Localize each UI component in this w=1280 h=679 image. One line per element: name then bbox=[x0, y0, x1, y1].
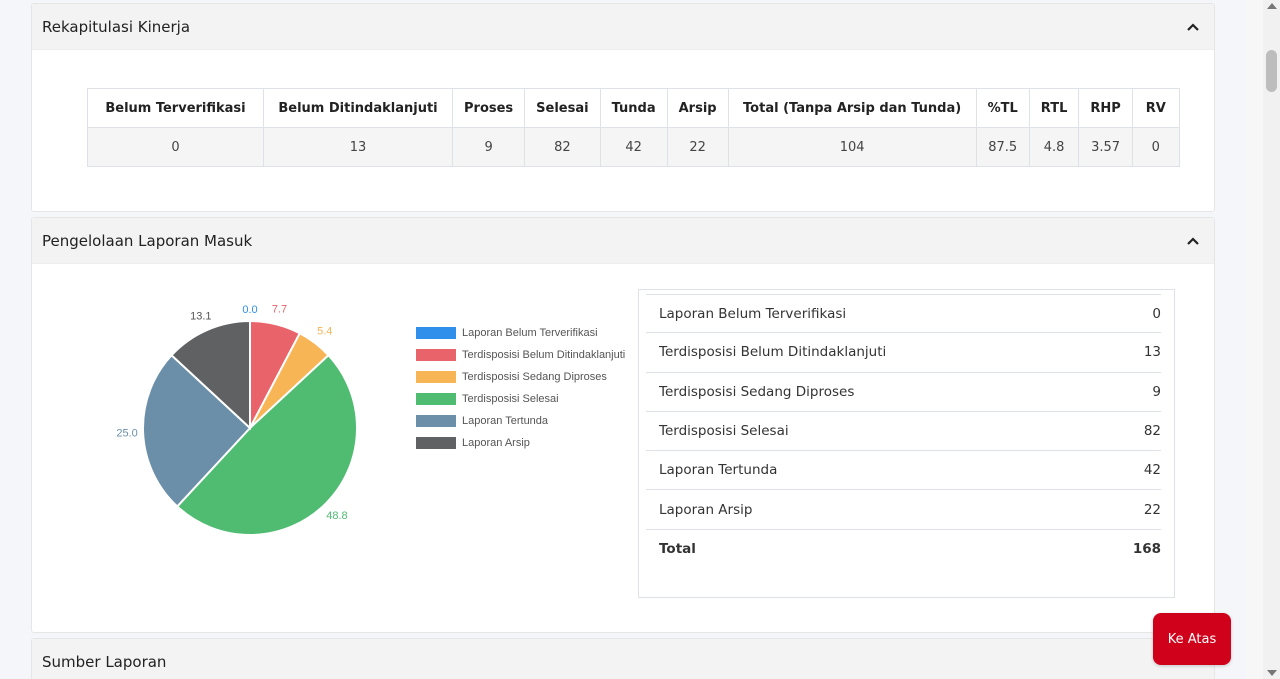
legend-swatch bbox=[416, 327, 456, 339]
legend-label: Laporan Belum Terverifikasi bbox=[462, 327, 598, 339]
cell-belum-terverifikasi: 0 bbox=[87, 127, 264, 167]
list-item: Terdisposisi Selesai 82 bbox=[646, 412, 1161, 452]
pie-data-label: 48.8 bbox=[326, 510, 347, 522]
legend-swatch bbox=[416, 437, 456, 449]
cell-selesai: 82 bbox=[524, 127, 601, 167]
list-item: Terdisposisi Belum Ditindaklanjuti 13 bbox=[646, 333, 1161, 373]
pengelolaan-header[interactable]: Pengelolaan Laporan Masuk bbox=[32, 218, 1214, 264]
rekap-title: Rekapitulasi Kinerja bbox=[42, 17, 191, 36]
col-tunda: Tunda bbox=[599, 88, 668, 128]
cell-tl: 87.5 bbox=[975, 127, 1030, 167]
summary-value: 82 bbox=[1143, 423, 1161, 440]
legend-label: Terdisposisi Selesai bbox=[462, 393, 559, 405]
summary-label: Terdisposisi Selesai bbox=[659, 423, 789, 440]
cell-rv: 0 bbox=[1131, 127, 1180, 167]
legend-item[interactable]: Laporan Belum Terverifikasi bbox=[416, 322, 625, 344]
col-belum-terverifikasi: Belum Terverifikasi bbox=[87, 88, 264, 128]
cell-rhp: 3.57 bbox=[1078, 127, 1133, 167]
sumber-title: Sumber Laporan bbox=[42, 652, 167, 671]
list-item: Terdisposisi Sedang Diproses 9 bbox=[646, 373, 1161, 412]
summary-table: Laporan Belum Terverifikasi 0 Terdisposi… bbox=[638, 289, 1175, 598]
summary-value: 9 bbox=[1152, 383, 1161, 400]
legend-label: Laporan Tertunda bbox=[462, 415, 549, 427]
chevron-up-icon[interactable] bbox=[1182, 230, 1204, 252]
pie-chart: 0.0 7.7 5.4 48.8 25.0 13.1 bbox=[116, 304, 358, 536]
col-rtl: RTL bbox=[1028, 88, 1080, 128]
summary-total-value: 168 bbox=[1132, 541, 1161, 558]
pie-data-label: 25.0 bbox=[116, 428, 137, 440]
legend-label: Laporan Arsip bbox=[462, 437, 530, 449]
cell-rtl: 4.8 bbox=[1028, 127, 1080, 167]
legend-label: Terdisposisi Sedang Diproses bbox=[462, 371, 607, 383]
pie-data-label: 5.4 bbox=[317, 325, 332, 337]
legend-swatch bbox=[416, 349, 456, 361]
list-item: Laporan Arsip 22 bbox=[646, 490, 1161, 530]
col-selesai: Selesai bbox=[524, 88, 601, 128]
cell-arsip: 22 bbox=[666, 127, 729, 167]
legend-item[interactable]: Terdisposisi Selesai bbox=[416, 388, 625, 410]
pie-data-label: 13.1 bbox=[190, 310, 211, 322]
legend-item[interactable]: Laporan Arsip bbox=[416, 432, 625, 454]
col-tl: %TL bbox=[975, 88, 1030, 128]
chevron-up-icon[interactable] bbox=[1182, 16, 1204, 38]
pengelolaan-card: Pengelolaan Laporan Masuk 0.0 7.7 5.4 48.8 2… bbox=[31, 217, 1215, 633]
cell-total: 104 bbox=[727, 127, 977, 167]
legend-label: Terdisposisi Belum Ditindaklanjuti bbox=[462, 349, 626, 361]
summary-value: 42 bbox=[1143, 462, 1161, 479]
rekap-table: Belum Terverifikasi Belum Ditindaklanjut… bbox=[87, 88, 1180, 167]
summary-label: Terdisposisi Sedang Diproses bbox=[659, 383, 855, 400]
scrollbar[interactable] bbox=[1263, 0, 1280, 679]
legend-item[interactable]: Terdisposisi Belum Ditindaklanjuti bbox=[416, 344, 625, 366]
col-belum-ditindaklanjuti: Belum Ditindaklanjuti bbox=[263, 88, 453, 128]
summary-value: 13 bbox=[1143, 344, 1161, 361]
sumber-card: Sumber Laporan bbox=[31, 638, 1215, 679]
legend-swatch bbox=[416, 371, 456, 383]
summary-label: Laporan Arsip bbox=[659, 501, 753, 518]
summary-total-label: Total bbox=[659, 541, 696, 558]
legend-item[interactable]: Laporan Tertunda bbox=[416, 410, 625, 432]
summary-value: 22 bbox=[1143, 501, 1161, 518]
legend-swatch bbox=[416, 393, 456, 405]
summary-label: Terdisposisi Belum Ditindaklanjuti bbox=[659, 344, 887, 361]
pie-data-label: 7.7 bbox=[272, 304, 287, 316]
col-rv: RV bbox=[1131, 88, 1180, 128]
scroll-down-icon[interactable] bbox=[1267, 670, 1277, 676]
list-item: Laporan Belum Terverifikasi 0 bbox=[646, 294, 1161, 334]
cell-proses: 9 bbox=[451, 127, 526, 167]
rekap-header-row: Belum Terverifikasi Belum Ditindaklanjut… bbox=[87, 88, 1180, 128]
list-item: Laporan Tertunda 42 bbox=[646, 451, 1161, 491]
summary-label: Laporan Tertunda bbox=[659, 462, 778, 479]
summary-total-row: Total 168 bbox=[646, 530, 1161, 569]
legend-item[interactable]: Terdisposisi Sedang Diproses bbox=[416, 366, 625, 388]
pie-data-label: 0.0 bbox=[242, 304, 257, 316]
cell-belum-ditindaklanjuti: 13 bbox=[263, 127, 453, 167]
col-total: Total (Tanpa Arsip dan Tunda) bbox=[727, 88, 977, 128]
pengelolaan-title: Pengelolaan Laporan Masuk bbox=[42, 231, 253, 250]
scroll-up-icon[interactable] bbox=[1267, 3, 1277, 9]
table-row: 0 13 9 82 42 22 104 87.5 4.8 3.57 0 bbox=[87, 127, 1180, 167]
pie-chart-area: 0.0 7.7 5.4 48.8 25.0 13.1 Laporan Belum Terv… bbox=[72, 290, 632, 540]
legend-swatch bbox=[416, 415, 456, 427]
summary-label: Laporan Belum Terverifikasi bbox=[659, 305, 847, 322]
scroll-thumb[interactable] bbox=[1266, 50, 1277, 92]
rekap-header[interactable]: Rekapitulasi Kinerja bbox=[32, 4, 1214, 50]
to-top-button[interactable]: Ke Atas bbox=[1153, 613, 1231, 665]
col-arsip: Arsip bbox=[666, 88, 729, 128]
sumber-header[interactable]: Sumber Laporan bbox=[32, 639, 1214, 679]
rekap-card: Rekapitulasi Kinerja Belum Terverifikasi… bbox=[31, 3, 1215, 212]
summary-value: 0 bbox=[1152, 305, 1161, 322]
col-proses: Proses bbox=[451, 88, 526, 128]
page-gutter bbox=[1246, 0, 1263, 679]
chart-legend: Laporan Belum Terverifikasi Terdisposisi … bbox=[416, 322, 625, 454]
cell-tunda: 42 bbox=[599, 127, 668, 167]
page: Rekapitulasi Kinerja Belum Terverifikasi… bbox=[0, 0, 1246, 679]
col-rhp: RHP bbox=[1078, 88, 1133, 128]
